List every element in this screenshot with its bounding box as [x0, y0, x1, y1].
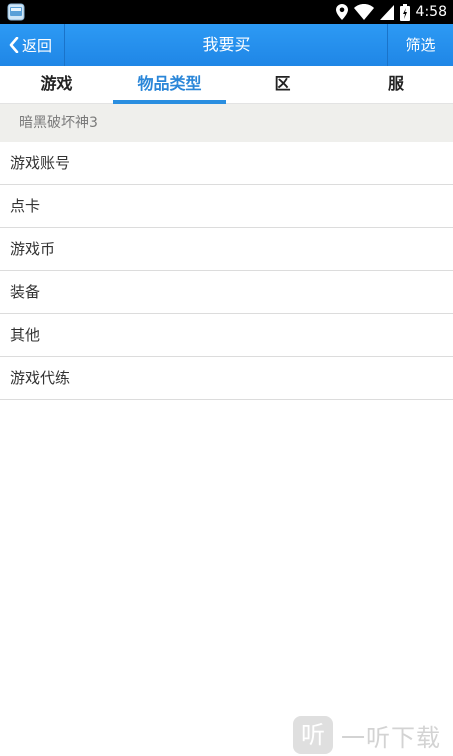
tab-region[interactable]: 区	[226, 66, 339, 104]
status-bar: 4:58	[0, 0, 453, 24]
title-bar: 返回 我要买 筛选	[0, 24, 453, 66]
chevron-left-icon	[9, 37, 19, 53]
signal-icon	[379, 5, 394, 20]
list-item-point-card[interactable]: 点卡	[0, 185, 453, 228]
watermark: 听 一听下载	[293, 714, 453, 756]
location-icon	[335, 4, 348, 20]
watermark-logo-icon: 听	[293, 716, 333, 754]
status-icons: 4:58	[335, 0, 447, 24]
list-item-equipment[interactable]: 装备	[0, 271, 453, 314]
list-item-other[interactable]: 其他	[0, 314, 453, 357]
filter-button[interactable]: 筛选	[387, 24, 453, 66]
tab-game[interactable]: 游戏	[0, 66, 113, 104]
item-type-list: 游戏账号 点卡 游戏币 装备 其他 游戏代练	[0, 142, 453, 400]
back-button[interactable]: 返回	[0, 24, 65, 66]
list-item-power-leveling[interactable]: 游戏代练	[0, 357, 453, 400]
back-label: 返回	[22, 36, 53, 55]
tab-item-type[interactable]: 物品类型	[113, 66, 226, 104]
list-item-game-account[interactable]: 游戏账号	[0, 142, 453, 185]
status-time: 4:58	[415, 4, 447, 20]
app-notification-icon	[7, 3, 25, 21]
page-title: 我要买	[202, 35, 251, 54]
tab-bar: 游戏 物品类型 区 服	[0, 66, 453, 104]
selected-game-header: 暗黑破坏神3	[0, 104, 453, 142]
list-item-game-currency[interactable]: 游戏币	[0, 228, 453, 271]
tab-server[interactable]: 服	[339, 66, 453, 104]
battery-icon	[399, 3, 410, 21]
wifi-icon	[353, 4, 374, 20]
watermark-text: 一听下载	[341, 723, 441, 752]
